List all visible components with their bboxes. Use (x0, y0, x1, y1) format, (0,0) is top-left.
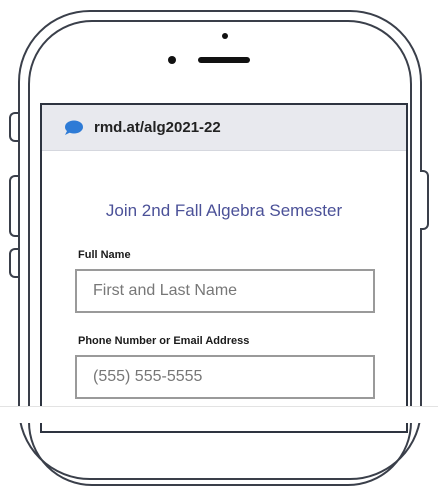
url-text: rmd.at/alg2021-22 (94, 119, 221, 136)
contact-placeholder: (555) 555-5555 (93, 368, 203, 385)
form-title: Join 2nd Fall Algebra Semester (105, 201, 343, 220)
contact-input[interactable]: (555) 555-5555 (75, 355, 375, 399)
address-bar[interactable]: rmd.at/alg2021-22 (42, 105, 406, 151)
sensor-dot (222, 33, 228, 39)
full-name-input[interactable]: First and Last Name (75, 269, 375, 313)
contact-label: Phone Number or Email Address (78, 335, 250, 347)
full-name-label: Full Name (78, 249, 131, 261)
speech-bubble-icon (65, 120, 83, 135)
phone-screen: rmd.at/alg2021-22 Join 2nd Fall Algebra … (40, 103, 408, 433)
volume-down-button (9, 248, 18, 278)
power-button (420, 170, 429, 230)
full-name-placeholder: First and Last Name (93, 282, 238, 299)
bottom-cutoff (0, 406, 438, 423)
speaker-slot (198, 57, 250, 63)
volume-up-button (9, 175, 18, 237)
camera-dot (168, 56, 176, 64)
volume-switch (9, 112, 18, 142)
